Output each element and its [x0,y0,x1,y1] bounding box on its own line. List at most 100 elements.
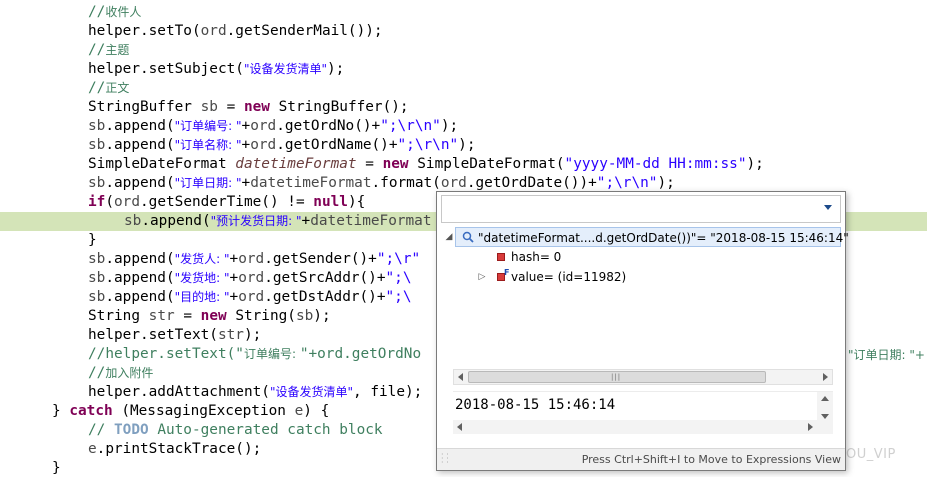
code-token: + [229,289,239,305]
code-token: ord [238,270,265,286]
scroll-right-icon[interactable] [823,373,828,381]
code-token: .getSenderMail()); [226,23,383,39]
code-token: sb [88,270,106,286]
code-token: "yyyy-MM-dd HH:mm:ss" [564,156,747,172]
code-token: String( [226,308,296,324]
scroll-right-icon[interactable] [808,423,813,431]
view-menu-chevron-icon[interactable] [824,205,832,210]
code-text: SimpleDateFormat datetimeFormat = new Si… [88,155,764,174]
code-token: ord [440,175,467,191]
code-token: str [148,308,175,324]
code-token: ";\r" [376,251,421,267]
code-line: sb.append("订单编号: "+ord.getOrdNo()+";\r\n… [0,117,927,136]
code-token: new [243,99,270,115]
code-token: ord [238,289,265,305]
detail-horizontal-scrollbar[interactable] [453,420,833,434]
code-token: + [229,251,239,267]
code-token: } [52,460,61,476]
code-token: + [301,213,311,229]
tree-row-value[interactable]: ▷ F value= (id=11982) [477,267,831,287]
code-token: // [88,365,106,381]
code-token: if [88,194,106,210]
code-token: // [88,80,106,96]
tree-row-expression[interactable]: ◢ "datetimeFormat....d.getOrdDate())"= "… [446,227,849,247]
code-text: if(ord.getSenderTime() != null){ [88,193,365,212]
code-token: "订单编号: " [174,119,242,133]
code-token: } [52,403,70,419]
code-text: sb.append("预计发货日期: "+datetimeFormat [124,212,432,231]
code-token: SimpleDateFormat [88,156,236,172]
expression-label: "datetimeFormat....d.getOrdDate())"= "20… [478,231,849,245]
code-token: 主题 [105,43,130,57]
code-token: new [382,156,409,172]
code-token: + [241,175,251,191]
code-text: sb.append("目的地: "+ord.getDstAddr()+";\ [88,288,412,307]
code-token: = [174,308,201,324]
code-token: .getSrcAddr()+ [264,270,386,286]
code-token: "目的地: " [174,290,230,304]
code-text: //正文 [88,79,129,98]
code-token: SimpleDateFormat( [408,156,565,172]
code-token: .getOrdNo()+ [276,118,381,134]
code-line: helper.setSubject("设备发货清单"); [0,60,927,79]
code-token: sb [295,308,314,324]
expand-arrow-icon[interactable]: ▷ [477,272,487,282]
code-token: helper.setText( [88,327,218,343]
code-token: TODO [114,422,149,438]
code-token: ){ [347,194,366,210]
overflow-text: "订单日期: "+ [848,348,925,362]
code-token: .append( [105,118,175,134]
code-text: //主题 [88,41,129,60]
code-token: null [313,194,348,210]
code-token: ord [250,137,277,153]
code-text: e.printStackTrace(); [88,440,261,459]
code-token: sb [88,175,106,191]
code-token: str [217,327,244,343]
code-line: //收件人 [0,3,927,22]
scroll-left-icon[interactable] [458,373,463,381]
code-text: } catch (MessagingException e) { [52,402,329,421]
code-token: sb [124,213,142,229]
code-token: ord [114,194,140,210]
code-text: helper.addAttachment("设备发货清单", file); [88,383,422,402]
expression-hover-popup[interactable]: ◢ "datetimeFormat....d.getOrdDate())"= "… [436,191,849,471]
code-token: = [217,99,244,115]
code-token: StringBuffer [88,99,201,115]
code-token: helper.setSubject( [88,61,244,77]
tree-row-hash[interactable]: hash= 0 [491,247,831,267]
code-token: sb [88,118,106,134]
expression-icon [462,231,474,243]
tree-row-label: hash= 0 [511,250,562,264]
code-token: ";\ [385,270,412,286]
code-token: + [241,137,251,153]
code-token: , file); [353,384,423,400]
code-token: .format( [371,175,441,191]
resize-grip-icon[interactable]: · · · · · · [441,451,451,467]
code-line: //主题 [0,41,927,60]
code-token: ord [238,251,265,267]
code-token: sb [200,99,218,115]
code-text: helper.setText(str); [88,326,261,345]
code-token: datetimeFormat [235,156,357,172]
tree-horizontal-scrollbar[interactable]: ||| [453,369,833,385]
code-token: ";\ [385,289,412,305]
code-text: //收件人 [88,3,141,22]
code-line: SimpleDateFormat datetimeFormat = new Si… [0,155,927,174]
code-text: // TODO Auto-generated catch block [88,421,383,440]
code-token: .getOrdName()+ [276,137,398,153]
code-line: //正文 [0,79,927,98]
scroll-up-icon[interactable] [821,396,829,401]
collapse-arrow-icon[interactable]: ◢ [444,232,454,242]
code-token: datetimeFormat [250,175,372,191]
scroll-down-icon[interactable] [821,414,829,419]
code-token: .getOrdDate())+ [466,175,597,191]
code-text: sb.append("订单编号: "+ord.getOrdNo()+";\r\n… [88,117,458,136]
code-token: ord [250,118,277,134]
code-text: helper.setTo(ord.getSenderMail()); [88,22,383,41]
watermark: OU_VIP [846,447,896,462]
code-token: .append( [105,289,175,305]
code-line: helper.setTo(ord.getSenderMail()); [0,22,927,41]
scroll-left-icon[interactable] [457,423,462,431]
detail-value: 2018-08-15 15:46:14 [455,397,616,413]
scrollbar-thumb[interactable]: ||| [468,371,766,383]
